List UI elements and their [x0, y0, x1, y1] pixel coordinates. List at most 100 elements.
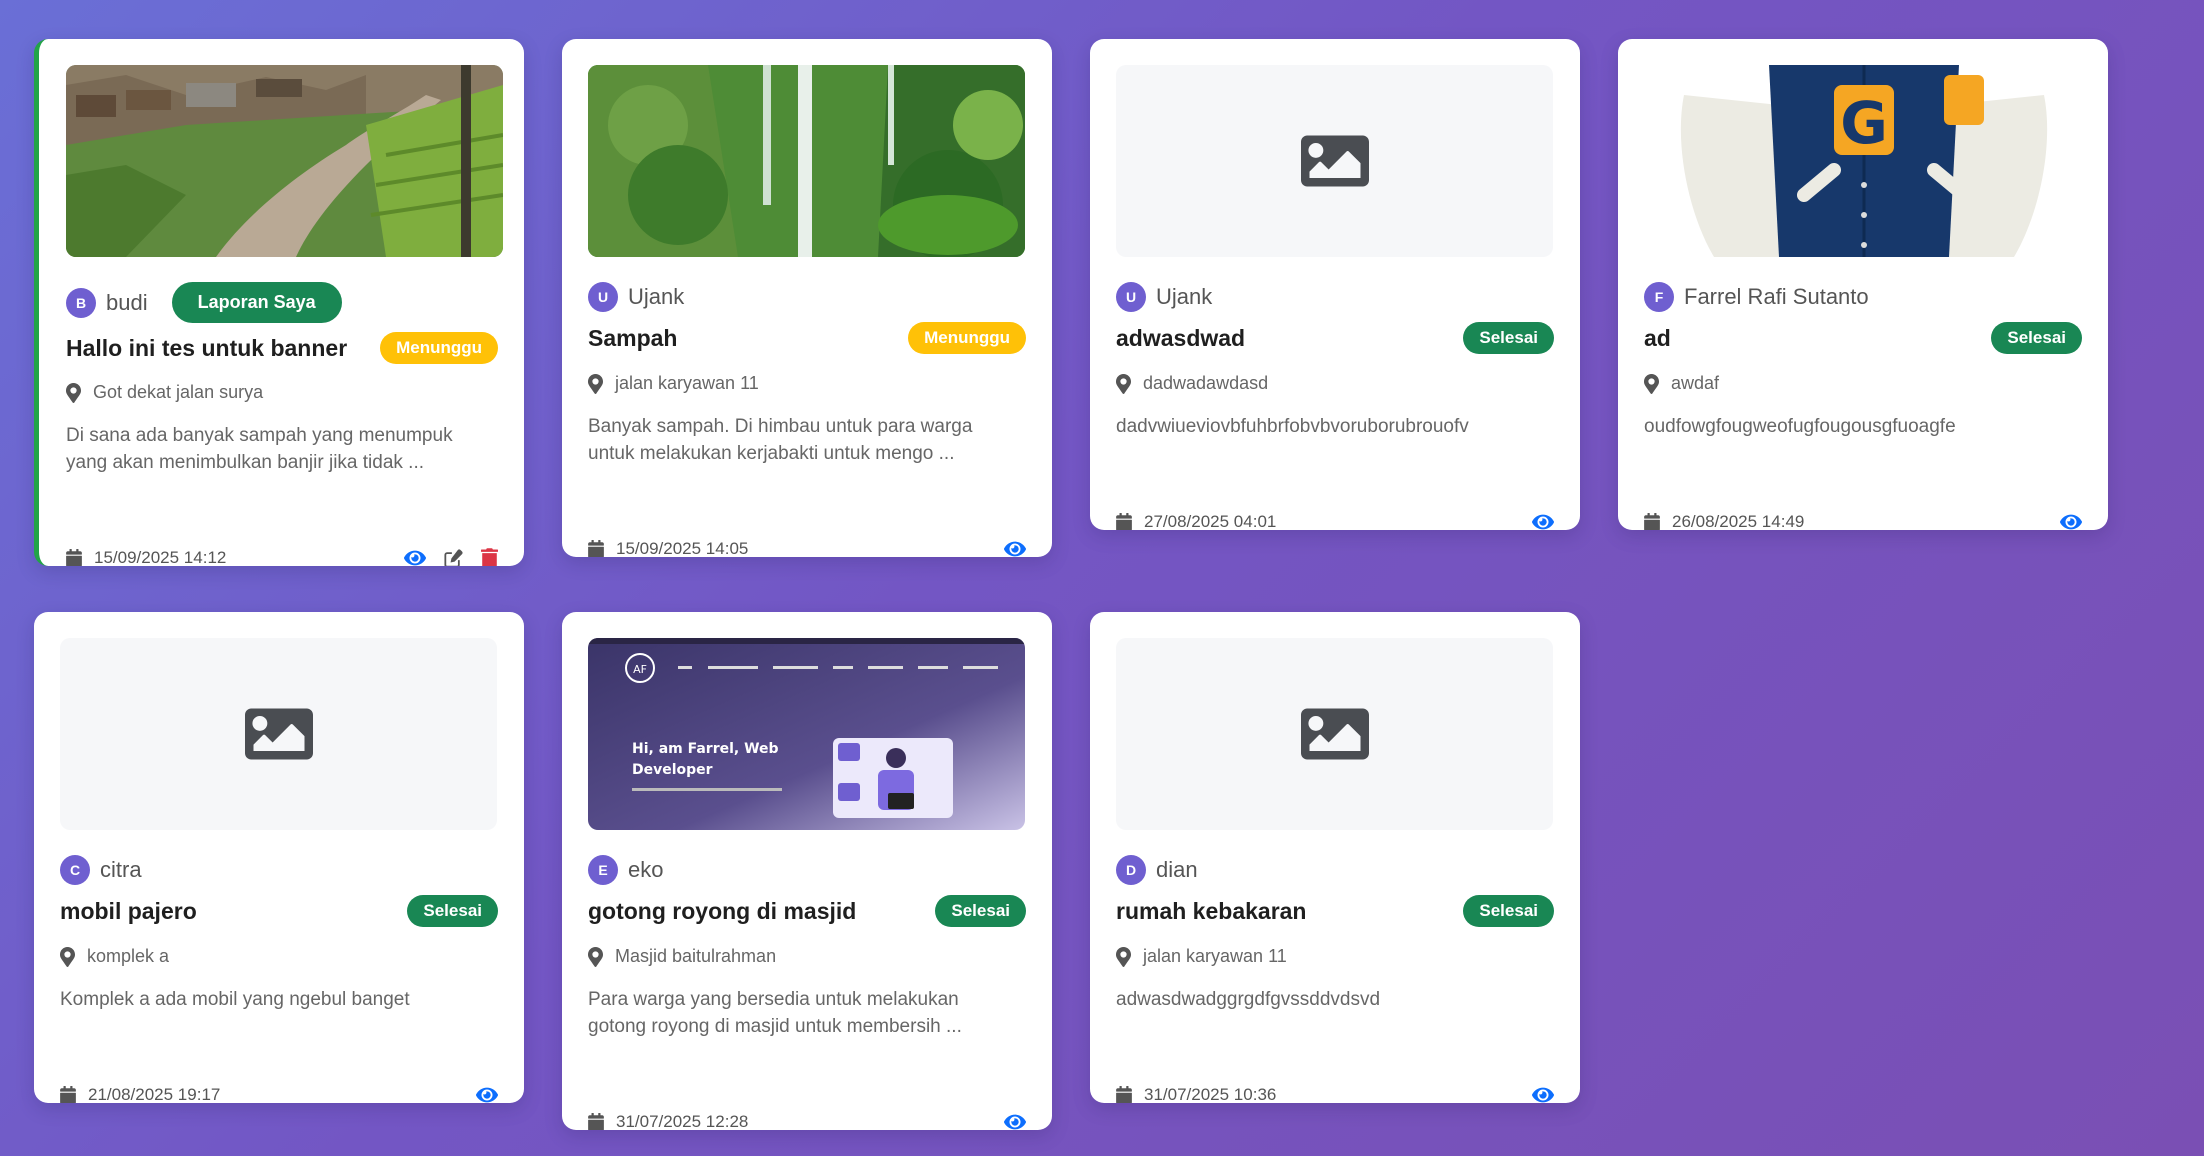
location-pin-icon	[588, 374, 603, 394]
location-pin-icon	[588, 947, 603, 967]
report-title: Sampah	[588, 324, 678, 351]
report-description: Para warga yang bersedia untuk melakukan…	[588, 986, 1026, 1040]
report-card[interactable]: C citra mobil pajero Selesai komplek a K…	[34, 612, 524, 1103]
report-description: dadvwiueviovbfuhbrfobvbvoruborubrouofv	[1116, 413, 1554, 440]
river-village-photo	[66, 65, 503, 257]
eye-icon	[2060, 512, 2082, 530]
avatar: U	[1116, 282, 1146, 312]
location-pin-icon	[1644, 374, 1659, 394]
status-badge: Menunggu	[380, 332, 498, 364]
calendar-icon	[1644, 513, 1660, 530]
description-line: untuk melakukan kerjabakti untuk mengo .…	[588, 443, 955, 464]
report-location: awdaf	[1671, 373, 1720, 393]
author-name: dian	[1156, 857, 1198, 882]
report-location: komplek a	[87, 946, 170, 966]
calendar-icon	[60, 1086, 76, 1103]
report-title: rumah kebakaran	[1116, 897, 1307, 924]
calendar-icon	[66, 549, 82, 566]
report-date: 31/07/2025 10:36	[1116, 1085, 1276, 1103]
report-location: jalan karyawan 11	[1143, 946, 1287, 966]
report-date: 31/07/2025 12:28	[588, 1112, 748, 1130]
description-line: oudfowgfougweofugfougousgfuoagfe	[1644, 416, 1956, 437]
avatar: U	[588, 282, 618, 312]
avatar: F	[1644, 282, 1674, 312]
waterfall-photo	[588, 65, 1025, 257]
report-description: Di sana ada banyak sampah yang menumpuk …	[66, 422, 498, 476]
report-description: Banyak sampah. Di himbau untuk para warg…	[588, 413, 1026, 467]
report-description: Komplek a ada mobil yang ngebul banget	[60, 986, 498, 1013]
view-button[interactable]	[476, 1085, 498, 1103]
report-title: mobil pajero	[60, 897, 197, 924]
calendar-icon	[1116, 513, 1132, 530]
eye-icon	[1532, 512, 1554, 530]
view-button[interactable]	[2060, 512, 2082, 530]
image-placeholder-icon	[1296, 700, 1374, 768]
view-button[interactable]	[1004, 539, 1026, 557]
report-location: Got dekat jalan surya	[93, 382, 264, 402]
report-image	[588, 65, 1025, 257]
delete-button[interactable]	[481, 548, 498, 566]
date-text: 27/08/2025 04:01	[1144, 512, 1277, 530]
status-badge: Selesai	[1991, 322, 2082, 354]
report-image: AF Hi, am Farrel, Web Developer	[588, 638, 1025, 830]
author-name: Farrel Rafi Sutanto	[1684, 284, 1869, 309]
author-name: budi	[106, 289, 148, 315]
report-date: 15/09/2025 14:12	[66, 548, 226, 566]
eye-icon	[1004, 1112, 1026, 1130]
report-image	[66, 65, 503, 257]
location-pin-icon	[60, 947, 75, 967]
report-card[interactable]: U Ujank Sampah Menunggu jalan karyawan 1…	[562, 39, 1052, 557]
edit-button[interactable]	[444, 549, 463, 567]
description-line: yang akan menimbulkan banjir jika tidak …	[66, 452, 425, 473]
report-location: Masjid baitulrahman	[615, 946, 777, 966]
report-date: 26/08/2025 14:49	[1644, 512, 1804, 530]
date-text: 31/07/2025 10:36	[1144, 1085, 1277, 1103]
report-description: oudfowgfougweofugfougousgfuoagfe	[1644, 413, 2082, 440]
author-name: Ujank	[628, 284, 685, 309]
description-line: Komplek a ada mobil yang ngebul banget	[60, 989, 410, 1010]
view-button[interactable]	[1532, 1085, 1554, 1103]
report-card[interactable]: B budi Laporan Saya Hallo ini tes untuk …	[34, 39, 524, 566]
report-title: ad	[1644, 324, 1671, 351]
report-location: jalan karyawan 11	[615, 373, 759, 393]
svg-text:G: G	[1840, 89, 1888, 157]
view-button[interactable]	[1532, 512, 1554, 530]
report-card[interactable]: U Ujank adwasdwad Selesai dadwadawdasd d…	[1090, 39, 1580, 530]
location-pin-icon	[66, 383, 81, 403]
report-date: 21/08/2025 19:17	[60, 1085, 220, 1103]
report-title: gotong royong di masjid	[588, 897, 857, 924]
eye-icon	[1004, 539, 1026, 557]
calendar-icon	[588, 540, 604, 557]
eye-icon	[476, 1085, 498, 1103]
report-location: dadwadawdasd	[1143, 373, 1269, 393]
eye-icon	[404, 548, 426, 566]
location-pin-icon	[1116, 374, 1131, 394]
report-card[interactable]: AF Hi, am Farrel, Web Developer E eko go…	[562, 612, 1052, 1130]
author-name: Ujank	[1156, 284, 1213, 309]
trash-icon	[481, 548, 498, 566]
view-button[interactable]	[1004, 1112, 1026, 1130]
location-pin-icon	[1116, 947, 1131, 967]
description-line: gotong royong di masjid untuk membersih …	[588, 1016, 962, 1037]
report-card[interactable]: G F Farrel Rafi Sutanto ad Selesai awdaf…	[1618, 39, 2108, 530]
report-title: Hallo ini tes untuk banner	[66, 334, 348, 361]
report-card[interactable]: D dian rumah kebakaran Selesai jalan kar…	[1090, 612, 1580, 1103]
date-text: 15/09/2025 14:12	[94, 548, 227, 566]
view-button[interactable]	[404, 548, 426, 566]
date-text: 31/07/2025 12:28	[616, 1112, 749, 1130]
eye-icon	[1532, 1085, 1554, 1103]
status-badge: Menunggu	[908, 322, 1026, 354]
report-date: 27/08/2025 04:01	[1116, 512, 1276, 530]
date-text: 26/08/2025 14:49	[1672, 512, 1805, 530]
report-title: adwasdwad	[1116, 324, 1246, 351]
author-name: eko	[628, 857, 664, 882]
my-report-button[interactable]: Laporan Saya	[171, 282, 342, 323]
status-badge: Selesai	[407, 895, 498, 927]
author-name: citra	[100, 857, 142, 882]
status-badge: Selesai	[935, 895, 1026, 927]
date-text: 21/08/2025 19:17	[88, 1085, 221, 1103]
date-text: 15/09/2025 14:05	[616, 539, 749, 557]
report-description: adwasdwadggrgdfgvssddvdsvd	[1116, 986, 1554, 1013]
report-image	[1116, 65, 1553, 257]
image-placeholder-icon	[240, 700, 318, 768]
